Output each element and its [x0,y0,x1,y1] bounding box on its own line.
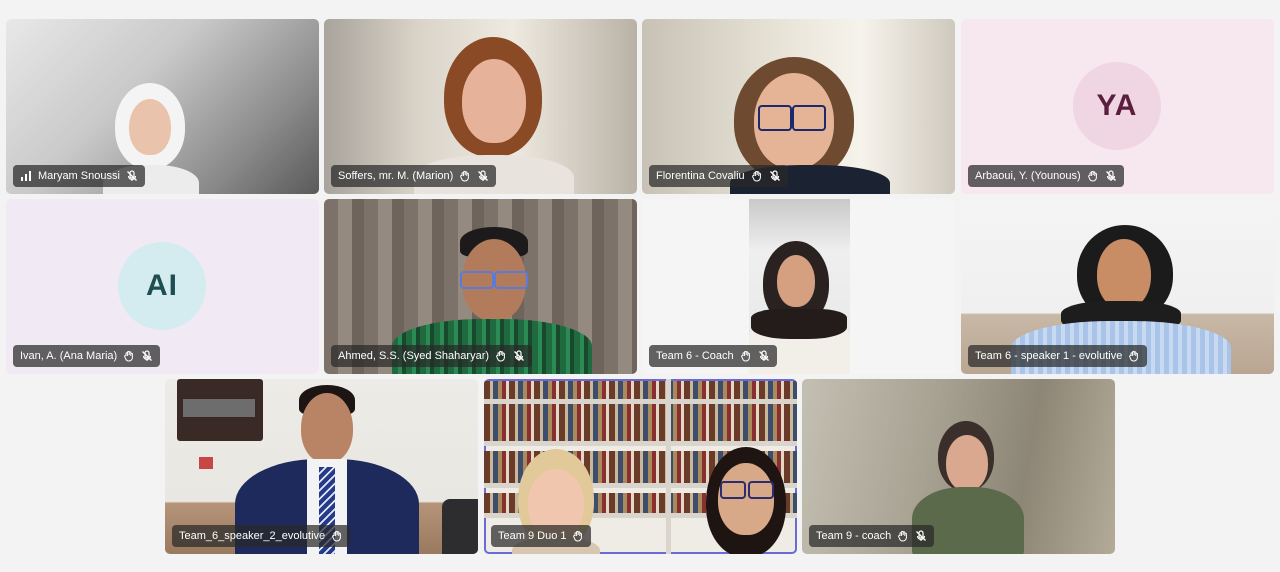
mic-off-icon [126,170,138,182]
name-tag: Arbaoui, Y. (Younous) [968,165,1124,187]
alarm-box [199,457,213,469]
name-tag: Florentina Covaliu [649,165,788,187]
hand-icon [751,170,763,182]
avatar: YA [1073,62,1161,150]
name-tag: Ivan, A. (Ana Maria) [13,345,161,367]
hand-icon [459,170,471,182]
hand-icon [897,530,909,542]
mic-off-icon [141,350,153,362]
mic-off-icon [477,170,489,182]
participant-name: Team 6 - speaker 1 - evolutive [975,350,1123,362]
hand-icon [331,530,343,542]
participant-tile-arbaoui[interactable]: YA Arbaoui, Y. (Younous) [961,19,1274,194]
name-tag: Maryam Snoussi [13,165,145,187]
name-tag: Team_6_speaker_2_evolutive [172,525,351,547]
name-tag: Ahmed, S.S. (Syed Shaharyar) [331,345,533,367]
mic-off-icon [1105,170,1117,182]
name-tag: Soffers, mr. M. (Marion) [331,165,497,187]
mic-off-icon [769,170,781,182]
participant-video [696,447,796,554]
participant-tile-team6-speaker2[interactable]: Team_6_speaker_2_evolutive [165,379,478,554]
participant-name: Team 9 Duo 1 [498,530,567,542]
participant-tile-team6-coach[interactable]: Team 6 - Coach [642,199,955,374]
participant-name: Ivan, A. (Ana Maria) [20,350,118,362]
name-tag: Team 6 - speaker 1 - evolutive [968,345,1148,367]
participant-name: Arbaoui, Y. (Younous) [975,170,1081,182]
participant-name: Team 6 - Coach [656,350,734,362]
signal-bars-icon [20,170,32,182]
avatar: AI [118,242,206,330]
chair [442,499,478,554]
name-tag: Team 6 - Coach [649,345,777,367]
participant-name: Team 9 - coach [816,530,892,542]
participant-tile-ahmed[interactable]: Ahmed, S.S. (Syed Shaharyar) [324,199,637,374]
participant-name: Team_6_speaker_2_evolutive [179,530,326,542]
participant-tile-team9-duo1[interactable]: Team 9 Duo 1 [484,379,797,554]
participant-tile-maryam-snoussi[interactable]: Maryam Snoussi [6,19,319,194]
hand-icon [572,530,584,542]
mic-off-icon [513,350,525,362]
hand-icon [1128,350,1140,362]
participant-tile-florentina-covaliu[interactable]: Florentina Covaliu [642,19,955,194]
participant-tile-team9-coach[interactable]: Team 9 - coach [802,379,1115,554]
hand-icon [740,350,752,362]
mic-off-icon [758,350,770,362]
participant-tile-soffers[interactable]: Soffers, mr. M. (Marion) [324,19,637,194]
name-tag: Team 9 - coach [809,525,935,547]
participant-name: Soffers, mr. M. (Marion) [338,170,454,182]
participant-name: Florentina Covaliu [656,170,745,182]
shelf-divider [666,379,671,554]
hand-icon [123,350,135,362]
hand-icon [1087,170,1099,182]
mic-off-icon [915,530,927,542]
participant-name: Maryam Snoussi [38,170,120,182]
participant-name: Ahmed, S.S. (Syed Shaharyar) [338,350,490,362]
glasses [758,105,792,131]
name-tag: Team 9 Duo 1 [491,525,592,547]
hand-icon [495,350,507,362]
participant-tile-ivan[interactable]: AI Ivan, A. (Ana Maria) [6,199,319,374]
participant-tile-team6-speaker1[interactable]: Team 6 - speaker 1 - evolutive [961,199,1274,374]
